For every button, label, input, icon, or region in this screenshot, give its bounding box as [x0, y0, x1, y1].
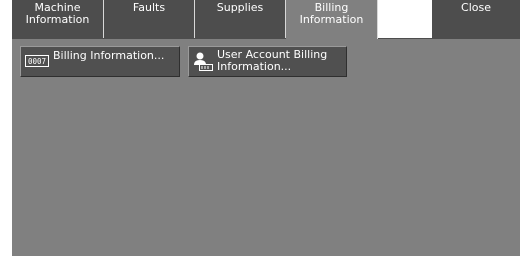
- tab-machine-information[interactable]: Machine Information: [12, 0, 104, 38]
- svg-text:0007: 0007: [28, 57, 46, 66]
- billing-information-label: Billing Information...: [53, 49, 165, 62]
- tab-label: Faults: [132, 1, 166, 14]
- tab-bar: Machine Information Faults Supplies Bill…: [12, 0, 520, 39]
- close-label: Close: [461, 1, 491, 14]
- user-account-billing-label: User Account Billing Information...: [217, 48, 328, 73]
- close-button[interactable]: Close: [432, 0, 520, 38]
- tab-faults[interactable]: Faults: [104, 0, 195, 38]
- tab-supplies[interactable]: Supplies: [195, 0, 286, 38]
- screen: Machine Information Faults Supplies Bill…: [12, 0, 520, 256]
- tab-billing-information[interactable]: Billing Information: [286, 0, 378, 39]
- tab-blank: [378, 0, 432, 38]
- user-account-billing-button[interactable]: User Account Billing Information...: [188, 46, 347, 77]
- tab-label: Billing Information: [299, 1, 364, 26]
- user-counter-icon: [194, 52, 213, 71]
- counter-icon: 0007: [25, 55, 49, 67]
- billing-information-button[interactable]: 0007 Billing Information...: [20, 46, 180, 77]
- tab-label: Machine Information: [25, 1, 90, 26]
- tab-label: Supplies: [216, 1, 264, 14]
